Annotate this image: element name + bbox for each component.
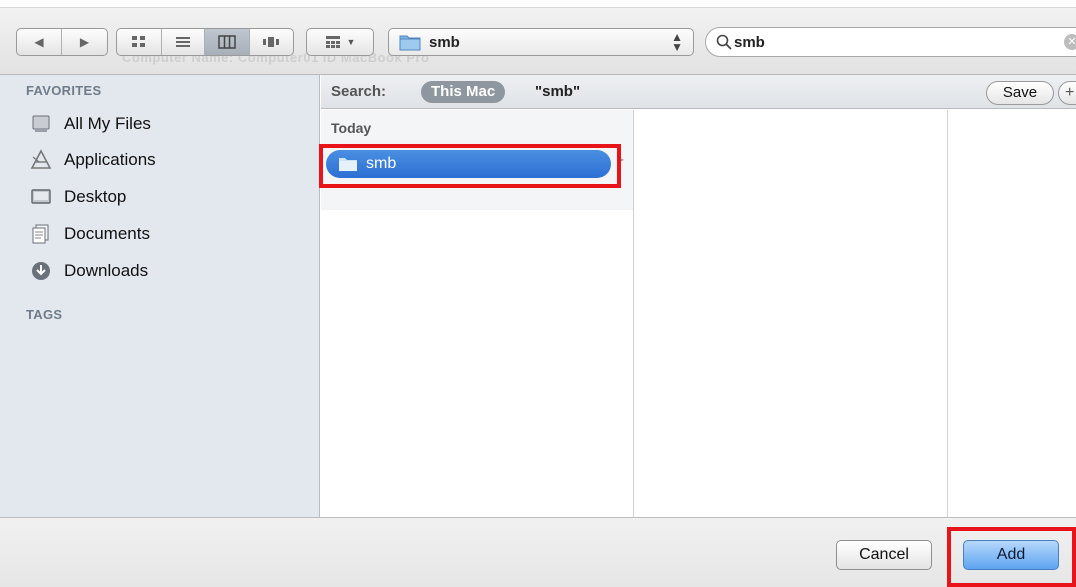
sidebar: FAVORITES All My Files Applications Desk… <box>0 75 320 517</box>
documents-icon <box>30 223 52 245</box>
sidebar-item-downloads[interactable]: Downloads <box>30 256 310 286</box>
column-divider[interactable] <box>947 110 948 517</box>
updown-chevron-icon: ▲ ▼ <box>671 30 683 54</box>
list-view-button[interactable] <box>162 29 206 55</box>
search-icon <box>716 34 732 50</box>
search-field: ✕ <box>705 27 1076 57</box>
clear-search-icon[interactable]: ✕ <box>1064 34 1076 50</box>
column-divider[interactable] <box>633 110 634 517</box>
search-input[interactable] <box>734 33 1034 51</box>
sidebar-item-label: All My Files <box>64 114 151 133</box>
arrange-button[interactable]: ▼ <box>307 29 373 55</box>
title-strip <box>0 0 1076 8</box>
back-arrow-icon: ◀ <box>34 35 44 49</box>
sidebar-item-all-my-files[interactable]: All My Files <box>30 109 310 139</box>
downloads-icon <box>30 260 52 282</box>
sidebar-item-documents[interactable]: Documents <box>30 219 310 249</box>
icon-view-button[interactable] <box>117 29 162 55</box>
search-scope-bar: Search: This Mac "smb" Save + <box>321 75 1076 109</box>
favorites-heading: FAVORITES <box>26 83 102 98</box>
column-view-icon <box>218 35 236 49</box>
forward-button[interactable]: ▶ <box>62 29 107 55</box>
annotation-highlight-result <box>319 144 621 188</box>
sidebar-item-label: Downloads <box>64 261 149 280</box>
sidebar-item-label: Desktop <box>64 187 127 206</box>
folder-icon <box>399 35 421 51</box>
cover-flow-button[interactable] <box>250 29 293 55</box>
arrange-grid-icon <box>325 36 340 48</box>
back-forward-control: ◀ ▶ <box>16 28 108 56</box>
dialog-button-bar: Cancel Add <box>0 517 1076 587</box>
toolbar: Computer Name: Computer01 ID MacBook Pro… <box>0 0 1076 75</box>
back-button[interactable]: ◀ <box>17 29 63 55</box>
applications-icon <box>30 149 52 171</box>
list-view-icon <box>175 37 190 47</box>
sidebar-item-label: Applications <box>64 150 156 169</box>
forward-arrow-icon: ▶ <box>79 35 90 49</box>
desktop-icon <box>30 186 52 208</box>
annotation-highlight-add <box>947 527 1076 587</box>
search-scope-label: Search: <box>331 83 387 100</box>
save-search-button[interactable]: Save <box>986 81 1054 105</box>
sidebar-item-label: Documents <box>64 224 150 243</box>
scope-this-mac-button[interactable]: This Mac <box>421 81 506 103</box>
all-files-icon <box>30 113 52 135</box>
path-popup-label: smb <box>429 33 460 51</box>
cancel-button[interactable]: Cancel <box>836 540 932 570</box>
path-popup[interactable]: smb ▲ ▼ <box>388 28 694 56</box>
arrange-control: ▼ <box>306 28 374 56</box>
sidebar-item-desktop[interactable]: Desktop <box>30 182 310 212</box>
chevron-down-icon: ▼ <box>346 37 356 47</box>
add-criteria-button[interactable]: + <box>1058 81 1076 105</box>
view-mode-control <box>116 28 294 56</box>
sidebar-item-applications[interactable]: Applications <box>30 145 310 175</box>
cover-flow-icon <box>263 37 280 47</box>
tags-heading: TAGS <box>26 307 63 322</box>
results-group-header: Today <box>331 120 372 136</box>
icon-view-icon <box>131 36 145 47</box>
search-query-scope[interactable]: "smb" <box>535 83 580 100</box>
column-view-button[interactable] <box>205 29 250 55</box>
